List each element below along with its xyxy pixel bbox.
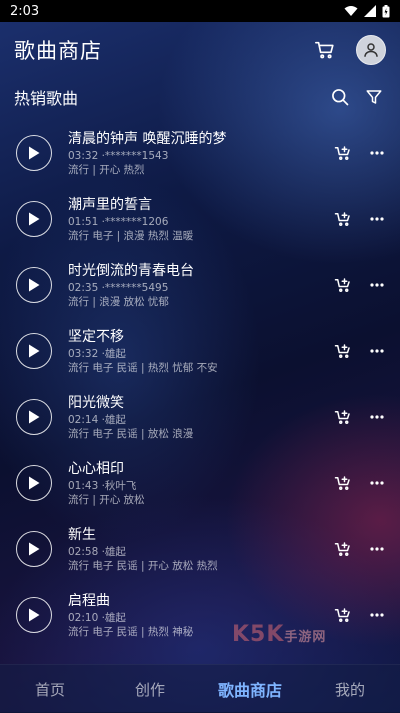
song-tags: 流行 | 开心 热烈 [68, 164, 145, 176]
play-icon [29, 476, 40, 490]
play-icon [29, 212, 40, 226]
add-cart-icon [334, 212, 350, 226]
more-button[interactable] [368, 408, 386, 426]
nav-me[interactable]: 我的 [300, 679, 400, 700]
more-button[interactable] [368, 210, 386, 228]
row-actions [334, 408, 386, 426]
more-button[interactable] [368, 276, 386, 294]
play-button[interactable] [16, 531, 52, 567]
song-tags: 流行 电子 | 浪漫 热烈 温暖 [68, 230, 194, 242]
add-to-cart-button[interactable] [334, 540, 352, 558]
watermark-brand: K5K [232, 622, 285, 647]
play-button[interactable] [16, 135, 52, 171]
user-avatar-icon [364, 43, 378, 57]
add-to-cart-button[interactable] [334, 210, 352, 228]
cart-icon [315, 41, 334, 59]
add-to-cart-button[interactable] [334, 276, 352, 294]
add-cart-icon [334, 608, 350, 622]
add-cart-icon [334, 344, 350, 358]
more-button[interactable] [368, 540, 386, 558]
more-icon [370, 283, 384, 287]
watermark-logo: K5K手游网 [232, 622, 326, 647]
nav-song-store[interactable]: 歌曲商店 [200, 677, 300, 701]
bottom-nav: 首页 创作 歌曲商店 我的 [0, 664, 400, 713]
song-row[interactable]: 心心相印 01:43 ·秋叶飞 流行 | 开心 放松 [0, 452, 400, 518]
add-cart-icon [334, 410, 350, 424]
play-icon [29, 278, 40, 292]
play-button[interactable] [16, 399, 52, 435]
battery-icon [382, 4, 390, 17]
more-button[interactable] [368, 474, 386, 492]
signal-icon [364, 5, 376, 17]
add-cart-icon [334, 476, 350, 490]
watermark-sub: 手游网 [284, 630, 327, 645]
play-icon [29, 146, 40, 160]
row-actions [334, 540, 386, 558]
more-icon [370, 349, 384, 353]
filter-button[interactable] [362, 85, 386, 109]
more-button[interactable] [368, 342, 386, 360]
song-list: 清晨的钟声 唤醒沉睡的梦 03:32 ·*******1543 流行 | 开心 … [0, 122, 400, 650]
row-actions [334, 276, 386, 294]
status-time: 2:03 [10, 3, 40, 19]
status-bar: 2:03 [0, 0, 400, 22]
play-icon [29, 410, 40, 424]
search-button[interactable] [328, 85, 352, 109]
play-button[interactable] [16, 465, 52, 501]
nav-home[interactable]: 首页 [0, 679, 100, 700]
play-icon [29, 344, 40, 358]
nav-create[interactable]: 创作 [100, 679, 200, 700]
section-header: 热销歌曲 [0, 80, 400, 114]
play-icon [29, 542, 40, 556]
section-title: 热销歌曲 [14, 89, 79, 108]
cart-button[interactable] [310, 35, 340, 65]
avatar-button[interactable] [356, 35, 386, 65]
song-tags: 流行 电子 民谣 | 开心 放松 热烈 [68, 560, 218, 572]
add-cart-icon [334, 278, 350, 292]
song-row[interactable]: 阳光微笑 02:14 ·雄起 流行 电子 民谣 | 放松 浪漫 [0, 386, 400, 452]
song-row[interactable]: 清晨的钟声 唤醒沉睡的梦 03:32 ·*******1543 流行 | 开心 … [0, 122, 400, 188]
play-button[interactable] [16, 333, 52, 369]
row-actions [334, 210, 386, 228]
more-icon [370, 151, 384, 155]
page-title: 歌曲商店 [14, 39, 102, 63]
filter-icon [366, 90, 382, 104]
wifi-icon [344, 6, 358, 16]
more-icon [370, 415, 384, 419]
add-cart-icon [334, 542, 350, 556]
song-row[interactable]: 新生 02:58 ·雄起 流行 电子 民谣 | 开心 放松 热烈 [0, 518, 400, 584]
add-to-cart-button[interactable] [334, 606, 352, 624]
more-icon [370, 481, 384, 485]
app-header: 歌曲商店 [0, 22, 400, 78]
play-button[interactable] [16, 597, 52, 633]
add-to-cart-button[interactable] [334, 408, 352, 426]
status-icons [344, 4, 390, 18]
song-tags: 流行 电子 民谣 | 放松 浪漫 [68, 428, 194, 440]
row-actions [334, 144, 386, 162]
play-button[interactable] [16, 267, 52, 303]
more-button[interactable] [368, 144, 386, 162]
row-actions [334, 474, 386, 492]
search-icon [332, 89, 349, 106]
more-icon [370, 217, 384, 221]
row-actions [334, 606, 386, 624]
more-button[interactable] [368, 606, 386, 624]
more-icon [370, 613, 384, 617]
add-to-cart-button[interactable] [334, 474, 352, 492]
song-tags: 流行 | 浪漫 放松 忧郁 [68, 296, 169, 308]
song-row[interactable]: 时光倒流的青春电台 02:35 ·*******5495 流行 | 浪漫 放松 … [0, 254, 400, 320]
add-to-cart-button[interactable] [334, 144, 352, 162]
song-row[interactable]: 坚定不移 03:32 ·雄起 流行 电子 民谣 | 热烈 忧郁 不安 [0, 320, 400, 386]
more-icon [370, 547, 384, 551]
song-row[interactable]: 启程曲 02:10 ·雄起 流行 电子 民谣 | 热烈 神秘 [0, 584, 400, 650]
play-icon [29, 608, 40, 622]
add-to-cart-button[interactable] [334, 342, 352, 360]
row-actions [334, 342, 386, 360]
play-button[interactable] [16, 201, 52, 237]
add-cart-icon [334, 146, 350, 160]
song-row[interactable]: 潮声里的誓言 01:51 ·*******1206 流行 电子 | 浪漫 热烈 … [0, 188, 400, 254]
song-tags: 流行 电子 民谣 | 热烈 忧郁 不安 [68, 362, 218, 374]
song-tags: 流行 | 开心 放松 [68, 494, 145, 506]
